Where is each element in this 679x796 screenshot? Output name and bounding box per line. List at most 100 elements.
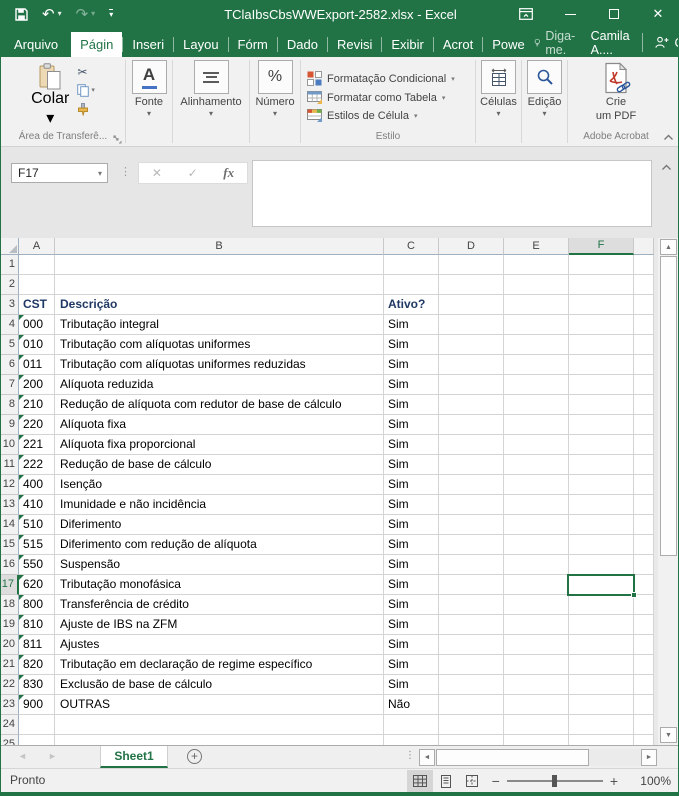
cell-A17[interactable]: 620 [19,575,55,595]
cell-A20[interactable]: 811 [19,635,55,655]
cell-F10[interactable] [569,435,634,455]
cell-B18[interactable]: Transferência de crédito [55,595,384,615]
formula-bar-collapse-button[interactable] [661,164,672,171]
cell-E19[interactable] [504,615,569,635]
ribbon-tab-revisi[interactable]: Revisi [328,32,381,57]
format-painter-button[interactable] [77,103,95,116]
row-header-10[interactable]: 10 [1,435,19,455]
cell-B10[interactable]: Alíquota fixa proporcional [55,435,384,455]
cell-partial-2[interactable] [634,275,654,295]
row-header-6[interactable]: 6 [1,355,19,375]
cell-A19[interactable]: 810 [19,615,55,635]
row-header-17[interactable]: 17 [1,575,19,595]
ribbon-collapse-button[interactable] [663,134,674,141]
cell-C7[interactable]: Sim [384,375,439,395]
ribbon-tab-dado[interactable]: Dado [278,32,327,57]
cell-partial-1[interactable] [634,255,654,275]
cell-A5[interactable]: 010 [19,335,55,355]
cell-partial-24[interactable] [634,715,654,735]
cell-F6[interactable] [569,355,634,375]
cell-F7[interactable] [569,375,634,395]
ribbon-tab-layou[interactable]: Layou [174,32,227,57]
cell-B5[interactable]: Tributação com alíquotas uniformes [55,335,384,355]
cell-E11[interactable] [504,455,569,475]
cell-F1[interactable] [569,255,634,275]
share-button[interactable]: Compartilhar [642,33,679,52]
column-header-F[interactable]: F [569,238,634,255]
cell-D13[interactable] [439,495,504,515]
zoom-in-button[interactable]: + [603,774,625,788]
cell-F15[interactable] [569,535,634,555]
cell-B11[interactable]: Redução de base de cálculo [55,455,384,475]
cell-D22[interactable] [439,675,504,695]
cell-partial-8[interactable] [634,395,654,415]
cell-B2[interactable] [55,275,384,295]
cell-D1[interactable] [439,255,504,275]
cell-E15[interactable] [504,535,569,555]
cancel-icon[interactable]: ✕ [152,166,162,180]
cell-E16[interactable] [504,555,569,575]
cell-A15[interactable]: 515 [19,535,55,555]
cell-A16[interactable]: 550 [19,555,55,575]
cell-partial-22[interactable] [634,675,654,695]
clipboard-dialog-launcher[interactable] [113,135,122,144]
cell-partial-7[interactable] [634,375,654,395]
cell-E5[interactable] [504,335,569,355]
zoom-level[interactable]: 100% [635,774,671,788]
cell-C2[interactable] [384,275,439,295]
cell-partial-25[interactable] [634,735,654,745]
cell-D21[interactable] [439,655,504,675]
cell-B6[interactable]: Tributação com alíquotas uniformes reduz… [55,355,384,375]
cell-A25[interactable] [19,735,55,745]
cell-partial-20[interactable] [634,635,654,655]
ribbon-tab-págin[interactable]: Págin [71,32,122,57]
cell-C1[interactable] [384,255,439,275]
cell-F4[interactable] [569,315,634,335]
cell-C22[interactable]: Sim [384,675,439,695]
scroll-right-button[interactable]: ► [641,749,657,766]
ribbon-tab-powe[interactable]: Powe [483,32,534,57]
cell-B13[interactable]: Imunidade e não incidência [55,495,384,515]
select-all-button[interactable] [1,238,19,255]
cell-C20[interactable]: Sim [384,635,439,655]
cell-D23[interactable] [439,695,504,715]
sheet-nav-right-button[interactable]: ► [48,751,57,761]
scroll-up-button[interactable]: ▲ [660,239,677,255]
cell-E3[interactable] [504,295,569,315]
cell-E6[interactable] [504,355,569,375]
cell-B4[interactable]: Tributação integral [55,315,384,335]
cell-B23[interactable]: OUTRAS [55,695,384,715]
cell-A8[interactable]: 210 [19,395,55,415]
row-header-3[interactable]: 3 [1,295,19,315]
cell-partial-4[interactable] [634,315,654,335]
cell-B17[interactable]: Tributação monofásica [55,575,384,595]
cell-E23[interactable] [504,695,569,715]
cell-E13[interactable] [504,495,569,515]
cell-D18[interactable] [439,595,504,615]
user-account[interactable]: Camila A.... [591,29,630,57]
cell-E12[interactable] [504,475,569,495]
cell-B12[interactable]: Isenção [55,475,384,495]
cell-partial-5[interactable] [634,335,654,355]
cell-F11[interactable] [569,455,634,475]
new-sheet-button[interactable]: + [187,749,202,764]
cell-A4[interactable]: 000 [19,315,55,335]
cell-C23[interactable]: Não [384,695,439,715]
cell-D10[interactable] [439,435,504,455]
cell-partial-23[interactable] [634,695,654,715]
formula-bar-splitter[interactable]: ⋮ [120,165,131,178]
cell-D16[interactable] [439,555,504,575]
cell-D20[interactable] [439,635,504,655]
name-box[interactable]: F17 ▾ [11,163,108,183]
cell-A24[interactable] [19,715,55,735]
alignment-group-button[interactable]: Alinhamento ▾ [173,60,249,130]
cell-F23[interactable] [569,695,634,715]
enter-icon[interactable]: ✓ [188,166,198,180]
cell-D5[interactable] [439,335,504,355]
cell-C17[interactable]: Sim [384,575,439,595]
cell-D24[interactable] [439,715,504,735]
redo-button[interactable]: ↷▾ [76,7,96,22]
close-button[interactable]: ✕ [636,0,679,28]
cell-D6[interactable] [439,355,504,375]
cell-B16[interactable]: Suspensão [55,555,384,575]
